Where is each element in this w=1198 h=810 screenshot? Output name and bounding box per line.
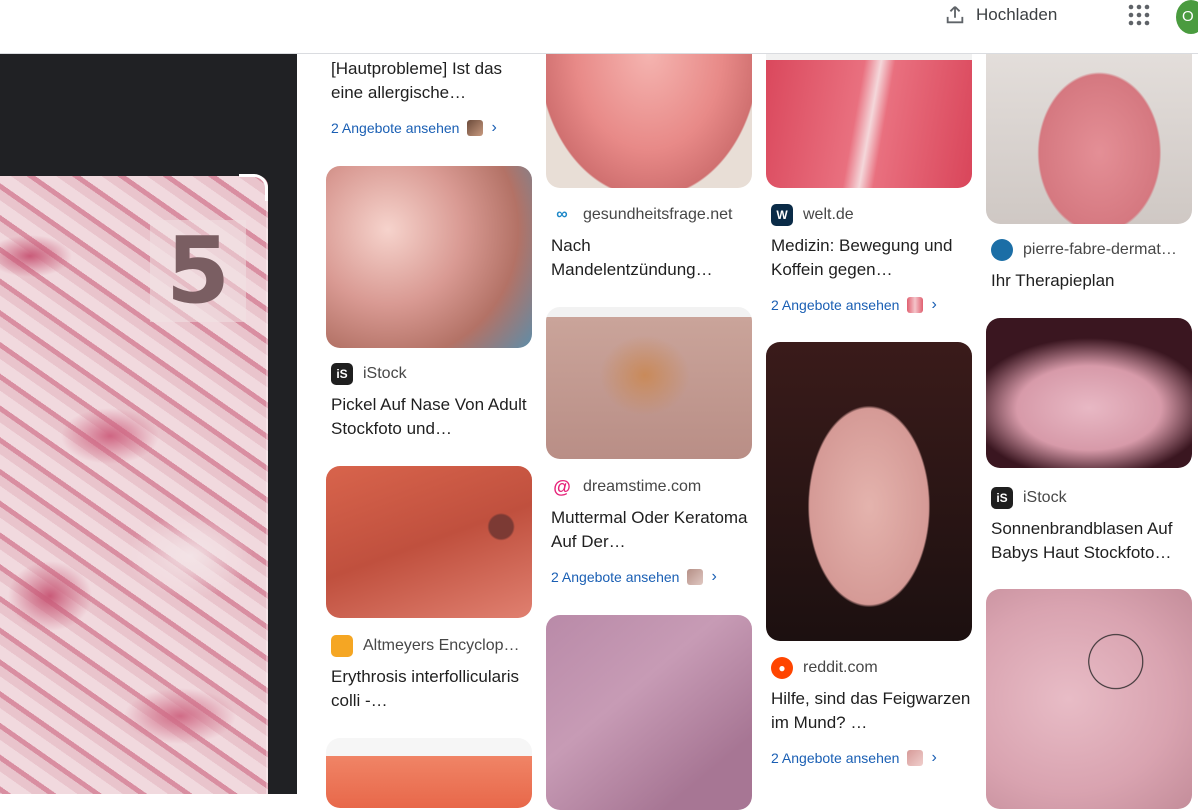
offers-link[interactable]: 2 Angebote ansehen › [771, 296, 937, 314]
result-source[interactable]: pierre-fabre-dermat… [991, 239, 1177, 261]
result-image[interactable] [986, 318, 1192, 468]
result-image[interactable] [766, 342, 972, 641]
offers-label: 2 Angebote ansehen [551, 569, 680, 585]
chevron-right-icon: › [931, 296, 937, 313]
result-source-label: welt.de [803, 206, 854, 223]
result-source-label: dreamstime.com [583, 478, 702, 495]
offers-label: 2 Angebote ansehen [771, 297, 900, 313]
chevron-right-icon: › [931, 749, 937, 766]
result-source-label: Altmeyers Encyclop… [363, 637, 520, 654]
result-source-label: reddit.com [803, 659, 878, 676]
result-source-label: pierre-fabre-dermat… [1023, 241, 1177, 258]
result-source[interactable]: @ dreamstime.com [551, 476, 701, 498]
result-image[interactable] [326, 738, 532, 808]
result-image[interactable] [546, 307, 752, 459]
gesundheitsfrage-icon: ∞ [551, 204, 573, 226]
offer-thumb [907, 750, 924, 766]
result-title[interactable]: Ihr Therapieplan [991, 269, 1191, 293]
offer-thumb [687, 569, 704, 585]
result-title[interactable]: Nach Mandelentzündung… [551, 234, 751, 282]
result-source[interactable]: iS iStock [331, 363, 407, 385]
result-source-label: gesundheitsfrage.net [583, 206, 733, 223]
result-source[interactable]: ● reddit.com [771, 657, 878, 679]
result-title[interactable]: Medizin: Bewegung und Koffein gegen… [771, 234, 971, 282]
result-source[interactable]: Altmeyers Encyclop… [331, 635, 520, 657]
result-title[interactable]: Pickel Auf Nase Von Adult Stockfoto und… [331, 393, 531, 441]
preview-number-badge: 5 [150, 220, 246, 322]
offers-label: 2 Angebote ansehen [771, 750, 900, 766]
upload-button[interactable]: Hochladen [944, 3, 1057, 27]
dreamstime-icon: @ [551, 476, 573, 498]
istock-icon: iS [331, 363, 353, 385]
result-source[interactable]: iS iStock [991, 487, 1067, 509]
result-image[interactable] [326, 166, 532, 348]
result-title[interactable]: Sonnenbrandblasen Auf Babys Haut Stockfo… [991, 517, 1191, 565]
result-title[interactable]: Muttermal Oder Keratoma Auf Der… [551, 506, 751, 554]
result-image[interactable] [326, 466, 532, 618]
welt-icon: W [771, 204, 793, 226]
upload-icon [946, 6, 964, 24]
result-image[interactable] [986, 589, 1192, 809]
offer-thumb [907, 297, 924, 313]
altmeyers-icon [331, 635, 353, 657]
offers-label: 2 Angebote ansehen [331, 120, 460, 136]
offers-link[interactable]: 2 Angebote ansehen › [331, 119, 497, 137]
reddit-icon: ● [771, 657, 793, 679]
result-title[interactable]: [Hautprobleme] Ist das eine allergische… [331, 57, 531, 105]
result-title[interactable]: Hilfe, sind das Feigwarzen im Mund? … [771, 687, 971, 735]
result-source[interactable]: ∞ gesundheitsfrage.net [551, 204, 732, 226]
upload-label: Hochladen [976, 5, 1058, 24]
offers-link[interactable]: 2 Angebote ansehen › [551, 568, 717, 586]
chevron-right-icon: › [491, 119, 497, 136]
top-bar: Hochladen O [0, 0, 1198, 54]
account-avatar[interactable]: O [1176, 0, 1198, 34]
result-source-label: iStock [1023, 489, 1067, 506]
chevron-right-icon: › [711, 568, 717, 585]
apps-grid-icon[interactable] [1128, 4, 1150, 26]
result-image[interactable] [546, 615, 752, 810]
offer-thumb [467, 120, 484, 136]
result-title[interactable]: Erythrosis interfollicularis colli -… [331, 665, 531, 713]
result-source-label: iStock [363, 365, 407, 382]
offers-link[interactable]: 2 Angebote ansehen › [771, 749, 937, 767]
istock-icon: iS [991, 487, 1013, 509]
result-source[interactable]: W welt.de [771, 204, 854, 226]
pierre-fabre-icon [991, 239, 1013, 261]
image-viewer-panel: 5 [0, 54, 297, 794]
